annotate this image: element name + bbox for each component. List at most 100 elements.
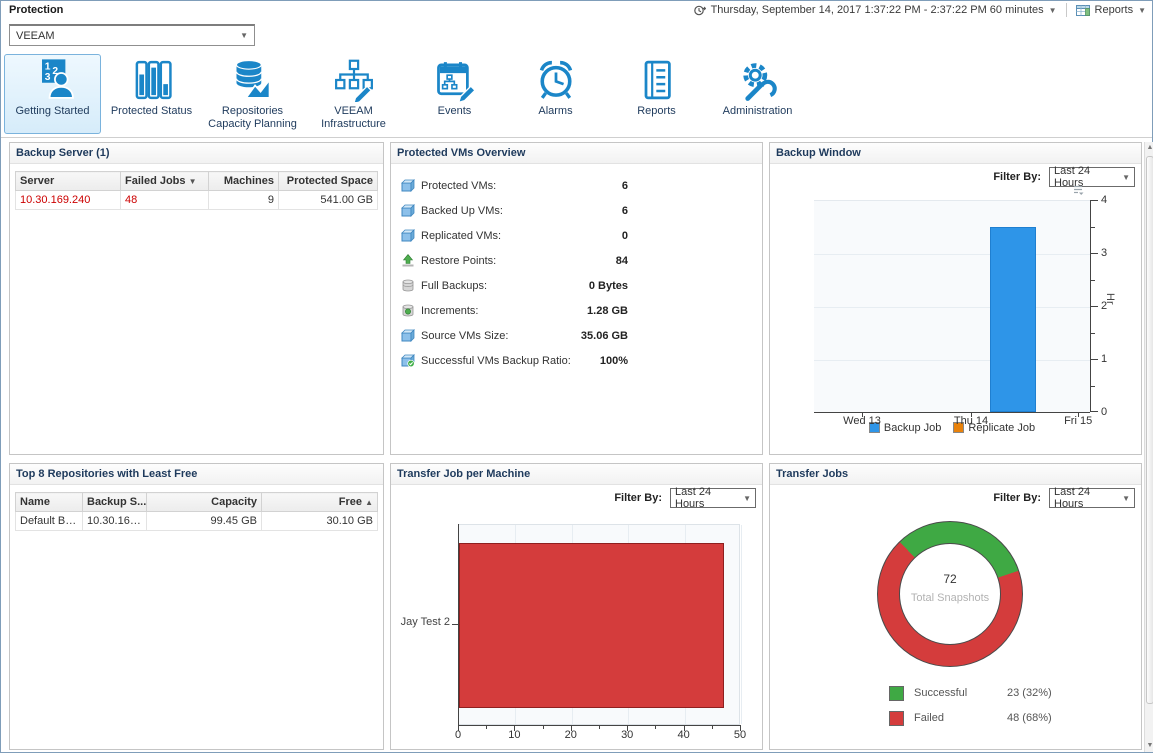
divider xyxy=(1066,3,1067,17)
x-tick-label: Fri 15 xyxy=(1043,415,1113,427)
getting-started-icon: 123 xyxy=(31,55,75,105)
table-row[interactable]: Default Ba... 10.30.169... 99.45 GB 30.1… xyxy=(16,512,378,531)
overview-label: Source VMs Size: xyxy=(421,330,508,342)
scrollbar-thumb[interactable] xyxy=(1146,156,1153,704)
legend-swatch xyxy=(889,686,904,701)
page-title: Protection xyxy=(9,4,63,16)
bar-jay-test-2[interactable] xyxy=(459,543,724,708)
time-range-text[interactable]: Thursday, September 14, 2017 1:37:22 PM … xyxy=(711,4,1044,16)
panel-protected-vms-overview: Protected VMs Overview Protected VMs:6Ba… xyxy=(390,142,763,455)
full-backups-icon xyxy=(401,279,416,292)
filter-by-label: Filter By: xyxy=(614,492,662,504)
panel-title: Backup Server (1) xyxy=(10,143,383,164)
transfer-jobs-filter-select[interactable]: Last 24 Hours ▼ xyxy=(1049,488,1135,508)
tab-label: Alarms xyxy=(538,105,572,118)
reports-button[interactable]: Reports xyxy=(1095,4,1134,16)
panel-title: Top 8 Repositories with Least Free xyxy=(10,464,383,485)
category-label: Jay Test 2 xyxy=(401,616,450,628)
tab-protected-status[interactable]: Protected Status xyxy=(101,54,202,134)
tab-label: VEEAM Infrastructure xyxy=(304,105,403,131)
bar-backup-job[interactable] xyxy=(990,227,1036,413)
legend-value: 23 (32%) xyxy=(1007,687,1097,699)
x-tick-label: 50 xyxy=(720,729,760,741)
transfer-machine-filter-select[interactable]: Last 24 Hours ▼ xyxy=(670,488,756,508)
vm-check-icon xyxy=(401,354,416,367)
time-range-dropdown-arrow[interactable]: ▼ xyxy=(1049,6,1057,15)
tab-getting-started[interactable]: 123 Getting Started xyxy=(4,54,101,134)
events-icon xyxy=(433,55,477,105)
column-header-capacity[interactable]: Capacity xyxy=(147,493,262,512)
sort-asc-icon: ▲ xyxy=(365,498,373,507)
donut-center-value: 72 xyxy=(877,572,1023,586)
x-tick-label: 20 xyxy=(551,729,591,741)
cell-server[interactable]: 10.30.169.240 xyxy=(16,191,121,210)
panel-backup-window: Backup Window Filter By: Last 24 Hours ▼… xyxy=(769,142,1142,455)
cell-failed-jobs: 48 xyxy=(121,191,209,210)
column-header-free[interactable]: Free ▲ xyxy=(262,493,378,512)
main-toolbar: 123 Getting Started Protected Status Rep… xyxy=(1,53,1152,138)
vertical-scrollbar[interactable]: ▲ ▼ xyxy=(1144,142,1153,752)
table-row[interactable]: 10.30.169.240 48 9 541.00 GB xyxy=(16,191,378,210)
overview-label: Backed Up VMs: xyxy=(421,205,503,217)
backup-window-filter-select[interactable]: Last 24 Hours ▼ xyxy=(1049,167,1135,187)
backup-window-y-axis: 01234 xyxy=(1090,200,1130,412)
backup-window-plot xyxy=(814,200,1090,412)
x-tick-label: 30 xyxy=(607,729,647,741)
tab-reports[interactable]: Reports xyxy=(606,54,707,134)
sort-desc-icon: ▼ xyxy=(189,177,197,186)
backup-server-table: Server Failed Jobs ▼ Machines Protected … xyxy=(15,171,378,210)
overview-value: 100% xyxy=(600,355,628,367)
legend-item-failed: Failed 48 (68%) xyxy=(889,710,944,726)
column-header-name[interactable]: Name xyxy=(16,493,83,512)
tab-alarms[interactable]: Alarms xyxy=(505,54,606,134)
repositories-capacity-icon xyxy=(231,55,275,105)
tab-repositories-capacity-planning[interactable]: Repositories Capacity Planning xyxy=(202,54,303,134)
scroll-down-arrow[interactable]: ▼ xyxy=(1145,740,1153,752)
tab-veeam-infrastructure[interactable]: VEEAM Infrastructure xyxy=(303,54,404,134)
column-header-machines[interactable]: Machines xyxy=(209,172,279,191)
overview-value: 84 xyxy=(616,255,628,267)
alarms-icon xyxy=(534,55,578,105)
overview-row: Successful VMs Backup Ratio: 100% xyxy=(401,348,752,373)
tab-events[interactable]: Events xyxy=(404,54,505,134)
filter-by-label: Filter By: xyxy=(993,492,1041,504)
chart-menu-icon[interactable] xyxy=(1072,185,1084,199)
vm-icon xyxy=(401,179,416,192)
scope-select-value: VEEAM xyxy=(16,30,55,42)
panel-backup-server: Backup Server (1) Server Failed Jobs ▼ M… xyxy=(9,142,384,455)
transfer-machine-plot xyxy=(458,524,740,725)
panel-transfer-jobs: Transfer Jobs Filter By: Last 24 Hours ▼… xyxy=(769,463,1142,750)
tab-label: Protected Status xyxy=(111,105,192,118)
tab-label: Repositories Capacity Planning xyxy=(203,105,302,131)
chevron-down-icon: ▼ xyxy=(1122,173,1130,182)
reports-icon xyxy=(635,55,679,105)
time-range-icon xyxy=(693,4,706,17)
overview-row: Restore Points:84 xyxy=(401,248,752,273)
category-tick xyxy=(452,624,458,625)
overview-value: 35.06 GB xyxy=(581,330,628,342)
scope-select[interactable]: VEEAM ▼ xyxy=(9,24,255,46)
column-header-server[interactable]: Server xyxy=(16,172,121,191)
overview-value: 6 xyxy=(622,205,628,217)
column-header-protected-space[interactable]: Protected Space xyxy=(279,172,378,191)
x-tick-label: 40 xyxy=(664,729,704,741)
panel-title: Protected VMs Overview xyxy=(391,143,762,164)
column-header-backup-server[interactable]: Backup S... xyxy=(83,493,147,512)
reports-dropdown-arrow[interactable]: ▼ xyxy=(1138,6,1146,15)
x-tick-label: 0 xyxy=(438,729,478,741)
legend-swatch xyxy=(889,711,904,726)
chevron-down-icon: ▼ xyxy=(240,31,248,40)
column-header-failed-jobs[interactable]: Failed Jobs ▼ xyxy=(121,172,209,191)
overview-label: Successful VMs Backup Ratio: xyxy=(421,355,571,367)
panel-transfer-job-per-machine: Transfer Job per Machine Filter By: Last… xyxy=(390,463,763,750)
overview-row: Replicated VMs:0 xyxy=(401,223,752,248)
vm-icon xyxy=(401,229,416,242)
overview-value: 1.28 GB xyxy=(587,305,628,317)
legend-item-successful: Successful 23 (32%) xyxy=(889,685,967,701)
overview-value: 6 xyxy=(622,180,628,192)
x-tick-label: Thu 14 xyxy=(936,415,1006,427)
cell-machines: 9 xyxy=(209,191,279,210)
reports-button-icon xyxy=(1076,4,1090,17)
scroll-up-arrow[interactable]: ▲ xyxy=(1145,142,1153,154)
tab-administration[interactable]: Administration xyxy=(707,54,808,134)
